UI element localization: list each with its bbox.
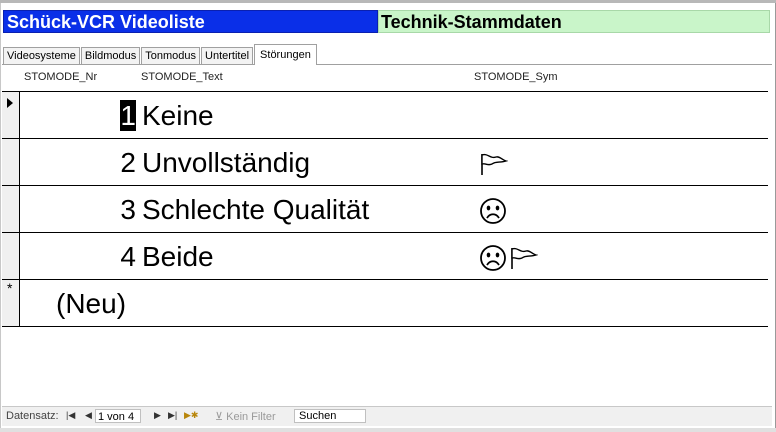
nr-cell[interactable]: 1 bbox=[19, 100, 136, 132]
sym-cell[interactable] bbox=[478, 196, 508, 226]
sad-face-icon bbox=[480, 245, 506, 271]
flag-icon bbox=[481, 153, 508, 175]
record-navigation-bar: Datensatz: |◀ ◀ 1 von 4 ▶ ▶| ▶✱ ⊻ Kein F… bbox=[2, 406, 772, 426]
text-cell[interactable]: Schlechte Qualität bbox=[142, 194, 369, 226]
nr-cell[interactable]: 2 bbox=[19, 147, 136, 179]
sym-cell[interactable] bbox=[478, 243, 538, 273]
form-subtitle: Technik-Stammdaten bbox=[378, 10, 770, 33]
tab-videosysteme[interactable]: Videosysteme bbox=[3, 47, 80, 65]
column-header-sym[interactable]: STOMODE_Sym bbox=[474, 71, 558, 83]
column-header-text[interactable]: STOMODE_Text bbox=[141, 71, 223, 83]
sad-face-icon bbox=[480, 198, 506, 224]
table-row[interactable]: 3 Schlechte Qualität bbox=[2, 185, 768, 232]
tab-strip: Videosysteme Bildmodus Tonmodus Untertit… bbox=[3, 44, 318, 65]
record-selector[interactable]: * bbox=[2, 280, 20, 326]
last-record-icon[interactable]: ▶| bbox=[168, 410, 177, 421]
filter-label: Kein Filter bbox=[226, 411, 276, 423]
sym-cell[interactable] bbox=[478, 149, 508, 179]
previous-record-icon[interactable]: ◀ bbox=[85, 410, 92, 421]
tab-bildmodus[interactable]: Bildmodus bbox=[80, 47, 141, 65]
text-cell[interactable]: Beide bbox=[142, 241, 214, 273]
current-record-arrow-icon bbox=[7, 98, 13, 108]
next-record-icon[interactable]: ▶ bbox=[154, 410, 161, 421]
record-selector[interactable] bbox=[2, 233, 20, 279]
new-record-label: (Neu) bbox=[56, 288, 127, 319]
bottom-border bbox=[0, 428, 776, 432]
tab-tonmodus[interactable]: Tonmodus bbox=[141, 47, 201, 65]
text-cell[interactable]: Keine bbox=[142, 100, 214, 132]
nr-cell[interactable]: 3 bbox=[19, 194, 136, 226]
tab-stoerungen[interactable]: Störungen bbox=[254, 44, 317, 65]
column-header-nr[interactable]: STOMODE_Nr bbox=[24, 71, 97, 83]
table-row[interactable]: 4 Beide bbox=[2, 232, 768, 279]
nr-value-selected: 1 bbox=[120, 100, 136, 131]
nr-cell[interactable]: 4 bbox=[19, 241, 136, 273]
record-label: Datensatz: bbox=[6, 410, 59, 422]
form-title: Schück-VCR Videoliste bbox=[3, 10, 378, 33]
first-record-icon[interactable]: |◀ bbox=[66, 410, 75, 421]
tab-untertitel[interactable]: Untertitel bbox=[201, 47, 254, 65]
record-selector[interactable] bbox=[2, 92, 20, 138]
flag-icon bbox=[511, 247, 538, 269]
record-number-input[interactable]: 1 von 4 bbox=[95, 409, 141, 423]
text-cell[interactable]: Unvollständig bbox=[142, 147, 310, 179]
filter-status-button[interactable]: ⊻ Kein Filter bbox=[215, 410, 276, 423]
search-input[interactable]: Suchen bbox=[294, 409, 366, 423]
record-selector[interactable] bbox=[2, 139, 20, 185]
table-row[interactable]: 1 Keine bbox=[2, 91, 768, 138]
filter-icon: ⊻ bbox=[215, 411, 227, 423]
datasheet-grid: 1 Keine 2 Unvollständig 3 Schlechte Qual… bbox=[2, 91, 768, 327]
record-selector[interactable] bbox=[2, 186, 20, 232]
new-record-row[interactable]: * (Neu) bbox=[2, 279, 768, 327]
top-border bbox=[0, 0, 776, 3]
table-row[interactable]: 2 Unvollständig bbox=[2, 138, 768, 185]
new-record-icon[interactable]: ▶✱ bbox=[184, 410, 198, 421]
new-record-star-icon: * bbox=[7, 280, 13, 296]
